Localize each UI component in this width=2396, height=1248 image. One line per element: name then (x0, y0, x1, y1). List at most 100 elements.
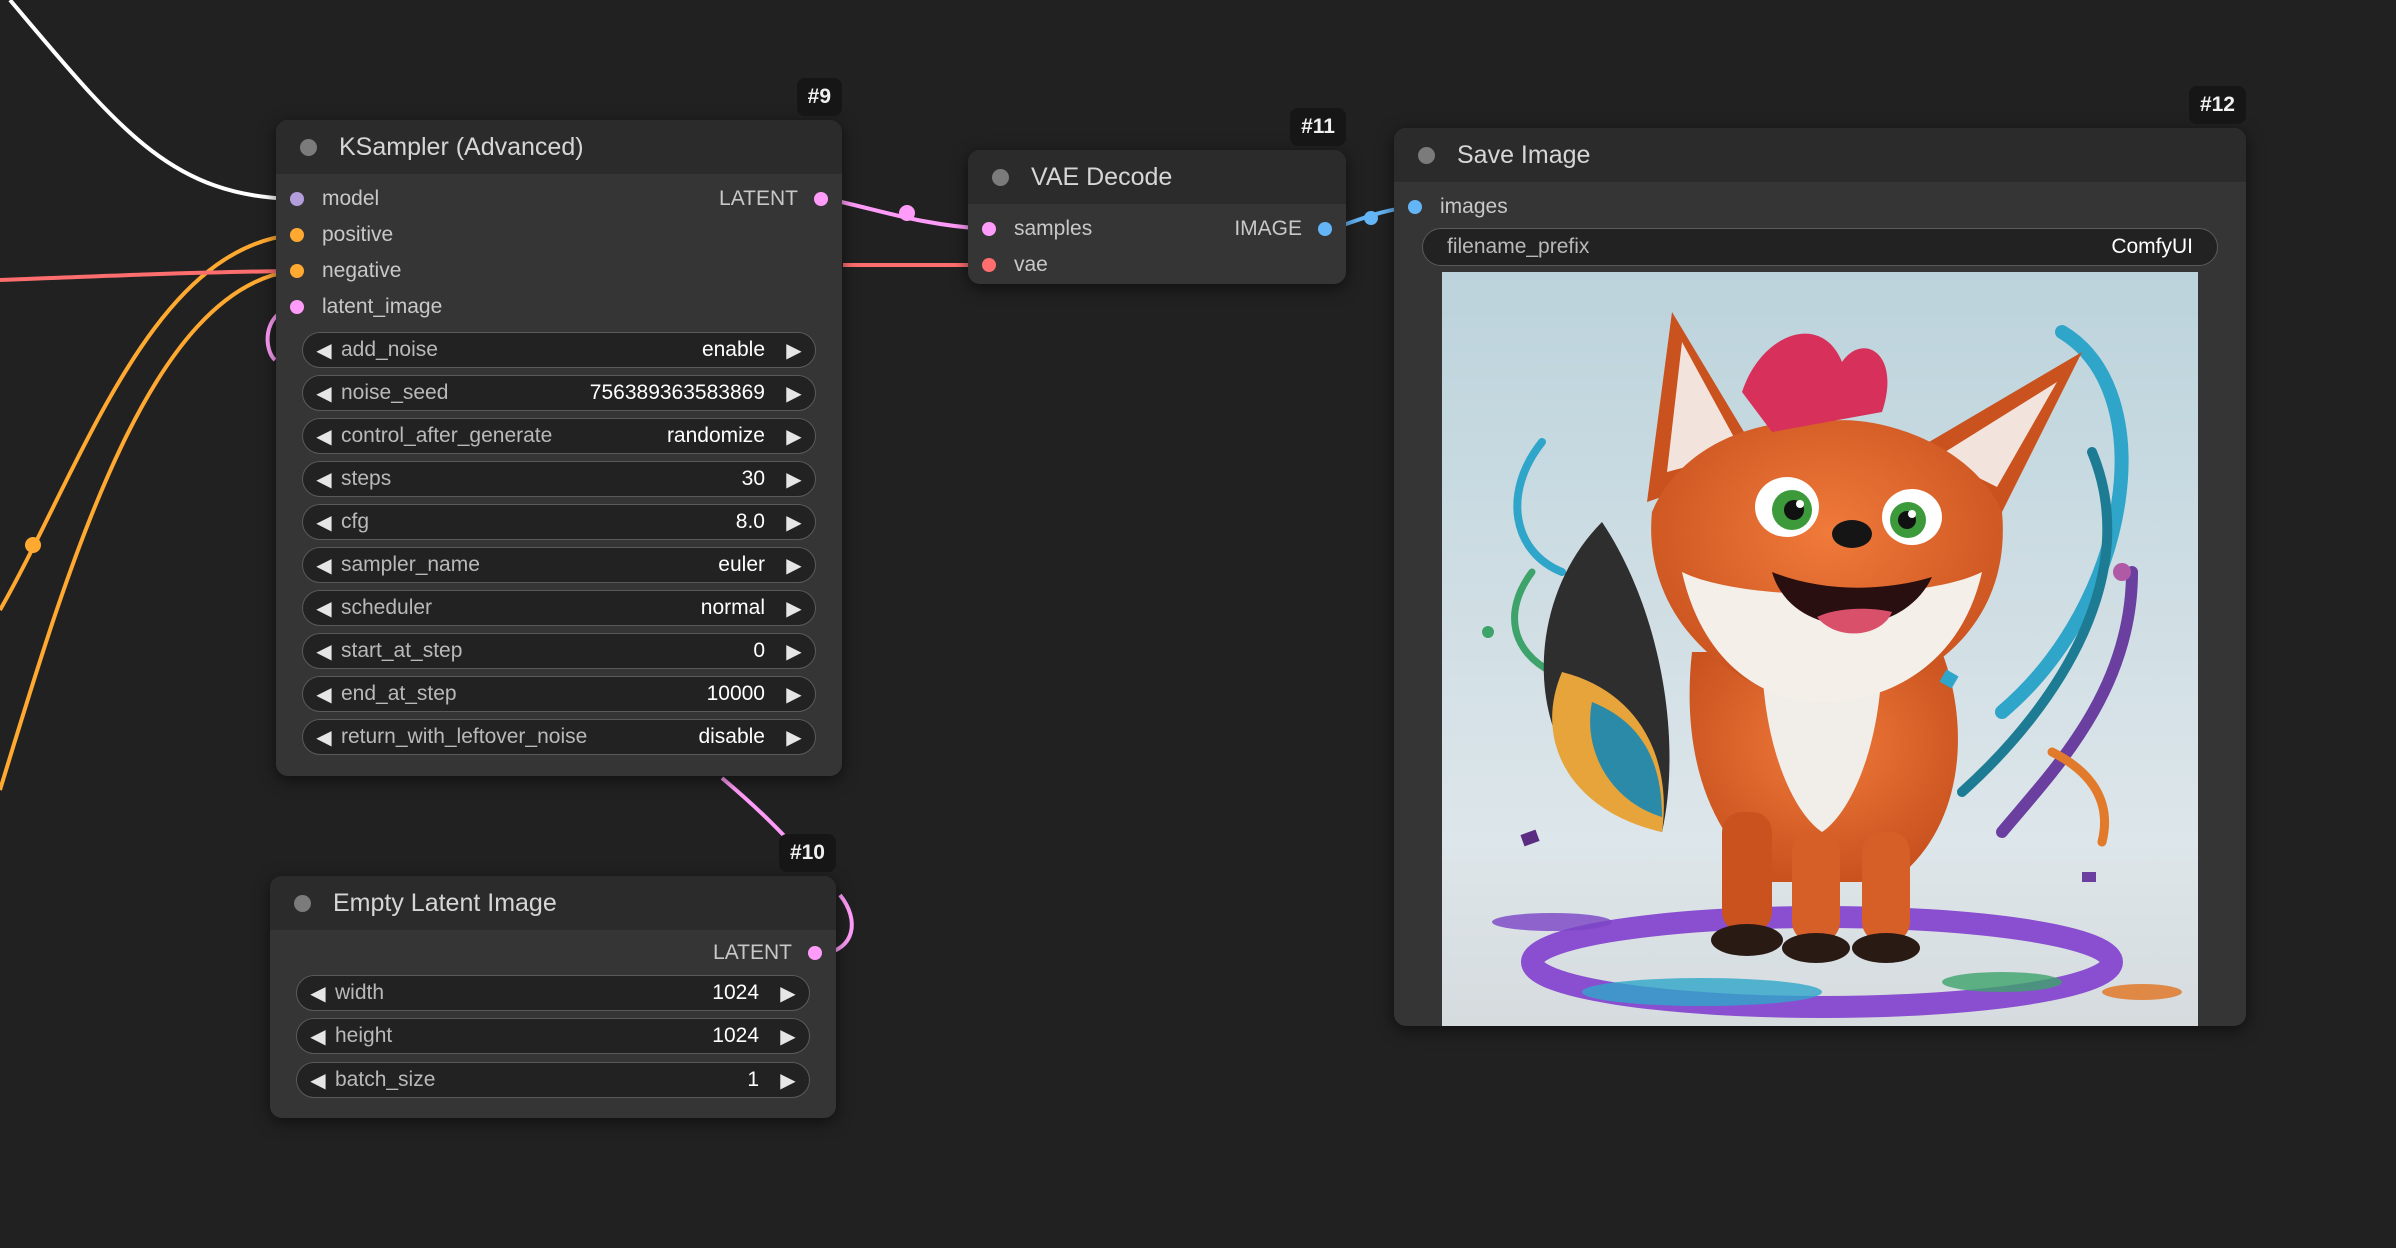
decrement-arrow-icon[interactable]: ◀ (313, 338, 335, 363)
collapse-toggle[interactable] (1418, 146, 1435, 164)
node-title: KSampler (Advanced) (339, 132, 584, 161)
increment-arrow-icon[interactable]: ▶ (783, 510, 805, 535)
wire-image-midpoint[interactable] (1364, 211, 1378, 225)
input-slot-latent-image[interactable]: latent_image (290, 292, 442, 322)
increment-arrow-icon[interactable]: ▶ (783, 639, 805, 664)
wire-positive[interactable] (0, 233, 293, 611)
widget-height[interactable]: ◀ height 1024 ▶ (296, 1018, 810, 1054)
input-slot-samples[interactable]: samples (982, 214, 1092, 244)
cartoon-fox-image (1442, 272, 2198, 1026)
increment-arrow-icon[interactable]: ▶ (783, 381, 805, 406)
decrement-arrow-icon[interactable]: ◀ (313, 639, 335, 664)
increment-arrow-icon[interactable]: ▶ (777, 1024, 799, 1049)
wire-reroute-dot[interactable] (25, 537, 41, 553)
increment-arrow-icon[interactable]: ▶ (783, 467, 805, 492)
slot-dot[interactable] (290, 192, 304, 206)
slot-dot[interactable] (808, 946, 822, 960)
widget-label: return_with_leftover_noise (341, 725, 588, 748)
slot-label: LATENT (719, 187, 798, 210)
widget-label: control_after_generate (341, 424, 553, 447)
output-slot-image[interactable]: IMAGE (1234, 214, 1332, 244)
input-slot-model[interactable]: model (290, 184, 379, 214)
widget-start-at-step[interactable]: ◀ start_at_step 0 ▶ (302, 633, 816, 669)
node-header[interactable]: Empty Latent Image (270, 876, 836, 930)
widget-value: 1024 (712, 1024, 759, 1047)
slot-dot[interactable] (290, 228, 304, 242)
image-preview[interactable] (1442, 272, 2198, 1026)
output-slot-latent[interactable]: LATENT (719, 184, 828, 214)
decrement-arrow-icon[interactable]: ◀ (307, 981, 329, 1006)
slot-dot[interactable] (290, 264, 304, 278)
widget-value: 0 (753, 639, 765, 662)
increment-arrow-icon[interactable]: ▶ (783, 553, 805, 578)
collapse-toggle[interactable] (992, 168, 1009, 186)
collapse-toggle[interactable] (294, 894, 311, 912)
collapse-toggle[interactable] (300, 138, 317, 156)
widget-value: 30 (741, 467, 765, 490)
increment-arrow-icon[interactable]: ▶ (783, 682, 805, 707)
increment-arrow-icon[interactable]: ▶ (783, 725, 805, 750)
vae-decode-node[interactable]: #11 VAE Decode samples vae IMAGE (968, 108, 1346, 284)
decrement-arrow-icon[interactable]: ◀ (313, 381, 335, 406)
input-slot-images[interactable]: images (1408, 192, 1508, 222)
widget-label: start_at_step (341, 639, 463, 662)
slot-dot[interactable] (814, 192, 828, 206)
widget-value: 8.0 (735, 510, 765, 533)
increment-arrow-icon[interactable]: ▶ (783, 424, 805, 449)
widget-value: enable (701, 338, 765, 361)
slot-dot[interactable] (290, 300, 304, 314)
widget-cfg[interactable]: ◀ cfg 8.0 ▶ (302, 504, 816, 540)
increment-arrow-icon[interactable]: ▶ (783, 596, 805, 621)
input-slot-negative[interactable]: negative (290, 256, 401, 286)
slot-dot[interactable] (1318, 222, 1332, 236)
decrement-arrow-icon[interactable]: ◀ (307, 1068, 329, 1093)
widget-value: randomize (666, 424, 765, 447)
decrement-arrow-icon[interactable]: ◀ (313, 553, 335, 578)
node-header[interactable]: KSampler (Advanced) (276, 120, 842, 174)
filename-prefix-input[interactable]: filename_prefix ComfyUI (1422, 228, 2218, 266)
widget-add-noise[interactable]: ◀ add_noise enable ▶ (302, 332, 816, 368)
widget-value: disable (698, 725, 765, 748)
slot-dot[interactable] (982, 258, 996, 272)
input-slot-positive[interactable]: positive (290, 220, 393, 250)
wire-latent-midpoint[interactable] (899, 205, 915, 221)
node-header[interactable]: VAE Decode (968, 150, 1346, 204)
decrement-arrow-icon[interactable]: ◀ (313, 467, 335, 492)
widget-return-with-leftover-noise[interactable]: ◀ return_with_leftover_noise disable ▶ (302, 719, 816, 755)
widget-sampler-name[interactable]: ◀ sampler_name euler ▶ (302, 547, 816, 583)
widget-value: ComfyUI (2111, 235, 2193, 258)
decrement-arrow-icon[interactable]: ◀ (313, 725, 335, 750)
wire-negative[interactable] (0, 269, 293, 791)
node-id-badge: #11 (1290, 108, 1346, 146)
wire-model[interactable] (8, 0, 293, 201)
slot-dot[interactable] (982, 222, 996, 236)
slot-label: LATENT (713, 941, 792, 964)
ksampler-advanced-node[interactable]: #9 KSampler (Advanced) model positive ne… (276, 78, 842, 776)
slot-label: vae (1014, 253, 1048, 276)
decrement-arrow-icon[interactable]: ◀ (313, 682, 335, 707)
widget-end-at-step[interactable]: ◀ end_at_step 10000 ▶ (302, 676, 816, 712)
widget-noise-seed[interactable]: ◀ noise_seed 756389363583869 ▶ (302, 375, 816, 411)
slot-dot[interactable] (1408, 200, 1422, 214)
widget-batch-size[interactable]: ◀ batch_size 1 ▶ (296, 1062, 810, 1098)
wire-negative-left[interactable] (0, 269, 293, 282)
widget-steps[interactable]: ◀ steps 30 ▶ (302, 461, 816, 497)
increment-arrow-icon[interactable]: ▶ (777, 981, 799, 1006)
increment-arrow-icon[interactable]: ▶ (783, 338, 805, 363)
widget-width[interactable]: ◀ width 1024 ▶ (296, 975, 810, 1011)
save-image-node[interactable]: #12 Save Image images filename_prefix Co… (1394, 86, 2246, 1026)
input-slot-vae[interactable]: vae (982, 250, 1048, 280)
output-slot-latent[interactable]: LATENT (713, 938, 822, 968)
decrement-arrow-icon[interactable]: ◀ (307, 1024, 329, 1049)
decrement-arrow-icon[interactable]: ◀ (313, 596, 335, 621)
widget-control-after-generate[interactable]: ◀ control_after_generate randomize ▶ (302, 418, 816, 454)
widget-label: filename_prefix (1447, 235, 1590, 258)
decrement-arrow-icon[interactable]: ◀ (313, 424, 335, 449)
widget-label: cfg (341, 510, 370, 533)
widget-value: 10000 (706, 682, 765, 705)
node-header[interactable]: Save Image (1394, 128, 2246, 182)
increment-arrow-icon[interactable]: ▶ (777, 1068, 799, 1093)
widget-scheduler[interactable]: ◀ scheduler normal ▶ (302, 590, 816, 626)
empty-latent-image-node[interactable]: #10 Empty Latent Image LATENT ◀ width 10… (270, 834, 836, 1118)
decrement-arrow-icon[interactable]: ◀ (313, 510, 335, 535)
